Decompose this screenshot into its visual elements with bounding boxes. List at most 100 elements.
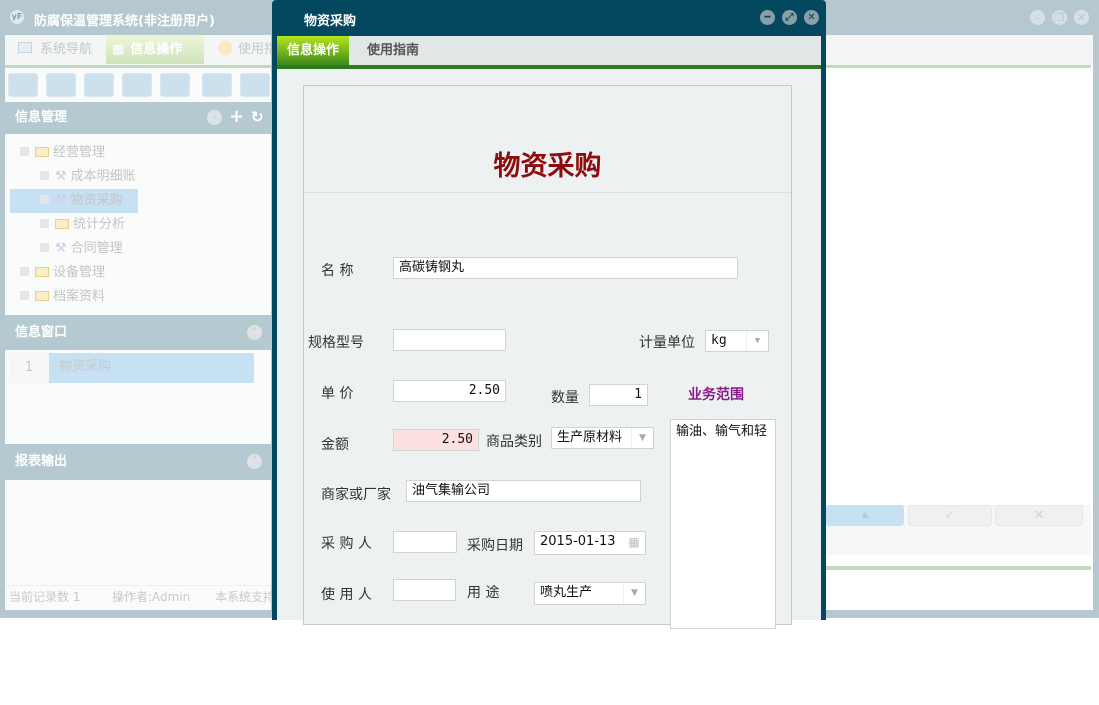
tree-item-contracts[interactable]: ⚒ 合同管理 — [10, 237, 265, 261]
user-input[interactable] — [393, 579, 456, 601]
tab-label: 信息操作 — [130, 42, 182, 57]
purpose-value: 喷丸生产 — [540, 585, 592, 600]
tree-label: 物资采购 — [71, 193, 123, 208]
folder-icon — [35, 267, 49, 277]
info-window-header: 信息窗口 — [5, 315, 271, 350]
category-label: 商品类别 — [486, 431, 542, 451]
panel-title: 报表输出 — [15, 454, 67, 469]
collapse-up-icon[interactable]: ˄ — [247, 454, 262, 469]
buyer-label: 采 购 人 — [321, 533, 372, 553]
price-label: 单 价 — [321, 383, 353, 403]
tab-info-ops[interactable]: 信息操作 — [277, 36, 349, 65]
expand-icon — [40, 171, 49, 180]
tab-guide[interactable]: 使用指南 — [212, 35, 272, 64]
unit-select[interactable]: kg ▼ — [705, 330, 769, 352]
date-label: 采购日期 — [467, 535, 523, 555]
support-text: 本系统支持 — [215, 586, 271, 609]
tool-icon: ⚒ — [55, 241, 67, 256]
divider — [826, 566, 1091, 570]
form-title: 物资采购 — [304, 144, 791, 183]
refresh-icon[interactable]: ↻ — [251, 108, 264, 126]
tree-label: 经营管理 — [53, 145, 105, 160]
price-input[interactable]: 2.50 — [393, 380, 506, 402]
date-picker[interactable]: 2015-01-13 ▦ — [534, 531, 646, 555]
tree-label: 设备管理 — [53, 265, 105, 280]
tree-label: 成本明细账 — [71, 169, 136, 184]
operator: 操作者:Admin — [112, 586, 190, 609]
category-select[interactable]: 生产原材料▼ — [551, 427, 654, 449]
close-icon[interactable]: ✕ — [1074, 10, 1089, 25]
dialog-body: 信息操作 使用指南 物资采购 名 称 高碳铸钢丸 规格型号 计量单位 kg▼ 单… — [277, 36, 821, 620]
unit-value: kg — [711, 333, 727, 348]
nav-tree: 经营管理 ⚒成本明细账 ⚒ 物资采购 统计分析 ⚒ 合同管理 设备管理 档案资料 — [10, 141, 265, 309]
qty-input[interactable]: 1 — [589, 384, 648, 406]
document-button[interactable] — [84, 73, 114, 97]
record-count: 当前记录数 1 — [9, 586, 80, 609]
tab-label: 系统导航 — [40, 42, 92, 57]
tree-label: 合同管理 — [71, 241, 123, 256]
folder-icon — [35, 147, 49, 157]
amount-input[interactable]: 2.50 — [393, 429, 479, 451]
collapse-up-icon[interactable]: ˄ — [247, 325, 262, 340]
tab-info-ops[interactable]: ▦ 信息操作 — [106, 35, 204, 64]
up-button[interactable]: ▲ — [826, 505, 904, 526]
tree-item-archives[interactable]: 档案资料 — [10, 285, 265, 309]
row-label: 物资采购 — [49, 353, 254, 383]
tree-item-business[interactable]: 经营管理 — [10, 141, 265, 165]
print-button[interactable] — [240, 73, 270, 97]
procurement-dialog: 物资采购 ━ ⤢ ✕ 信息操作 使用指南 物资采购 名 称 高碳铸钢丸 规格型号… — [272, 0, 826, 620]
expand-icon — [20, 291, 29, 300]
dropdown-arrow-icon: ▼ — [623, 583, 645, 604]
expand-icon — [40, 195, 49, 204]
collapse-left-icon[interactable]: ‹ — [207, 110, 222, 125]
tree-item-equipment[interactable]: 设备管理 — [10, 261, 265, 285]
tree-item-statistics[interactable]: 统计分析 — [10, 213, 265, 237]
tab-divider — [277, 65, 821, 69]
amount-label: 金额 — [321, 434, 349, 454]
right-panel: ▲ ✓ ✕ — [826, 35, 1093, 610]
spec-input[interactable] — [393, 329, 506, 351]
maximize-icon[interactable]: ⤢ — [782, 10, 797, 25]
expand-icon — [40, 243, 49, 252]
unit-label: 计量单位 — [639, 332, 695, 352]
tab-guide[interactable]: 使用指南 — [357, 36, 429, 65]
minimize-icon[interactable]: ━ — [760, 10, 775, 25]
list-button[interactable] — [46, 73, 76, 97]
cancel-button[interactable]: ✕ — [995, 505, 1083, 526]
purpose-select[interactable]: 喷丸生产 ▼ — [534, 582, 646, 605]
name-input[interactable]: 高碳铸钢丸 — [393, 257, 738, 279]
tree-item-cost-ledger[interactable]: ⚒成本明细账 — [10, 165, 265, 189]
tree-label: 档案资料 — [53, 289, 105, 304]
confirm-button[interactable]: ✓ — [908, 505, 992, 526]
grid-icon: ▦ — [112, 42, 124, 57]
scope-textarea[interactable]: 输油、输气和轻 — [670, 419, 776, 629]
restore-icon[interactable]: ❐ — [1052, 10, 1067, 25]
close-icon[interactable]: ✕ — [804, 10, 819, 25]
minimize-icon[interactable]: – — [1030, 10, 1045, 25]
search-button[interactable] — [8, 73, 38, 97]
vendor-input[interactable]: 油气集输公司 — [406, 480, 641, 502]
panel-title: 信息管理 — [15, 110, 67, 125]
window-list-item[interactable]: 1 物资采购 — [9, 353, 254, 383]
tree-item-procurement[interactable]: ⚒ 物资采购 — [10, 189, 138, 213]
report-output-header: 报表输出 — [5, 444, 271, 480]
buyer-input[interactable] — [393, 531, 457, 553]
monitor-icon — [18, 42, 32, 53]
dropdown-arrow-icon: ▼ — [746, 331, 768, 351]
spec-label: 规格型号 — [308, 332, 364, 352]
category-value: 生产原材料 — [557, 430, 622, 445]
folder-icon — [35, 291, 49, 301]
user-label: 使 用 人 — [321, 584, 372, 604]
window-button[interactable] — [160, 73, 190, 97]
user-button[interactable] — [122, 73, 152, 97]
calendar-icon[interactable]: ▦ — [623, 532, 645, 554]
date-value: 2015-01-13 — [540, 534, 616, 549]
title-divider — [304, 192, 791, 193]
expand-icon — [40, 219, 49, 228]
tool-icon: ⚒ — [55, 193, 67, 208]
tab-system-nav[interactable]: 系统导航 — [12, 35, 104, 64]
vendor-label: 商家或厂家 — [321, 484, 391, 504]
add-icon[interactable]: + — [229, 106, 244, 127]
add-button[interactable] — [202, 73, 232, 97]
tab-label: 使用指南 — [238, 42, 272, 57]
